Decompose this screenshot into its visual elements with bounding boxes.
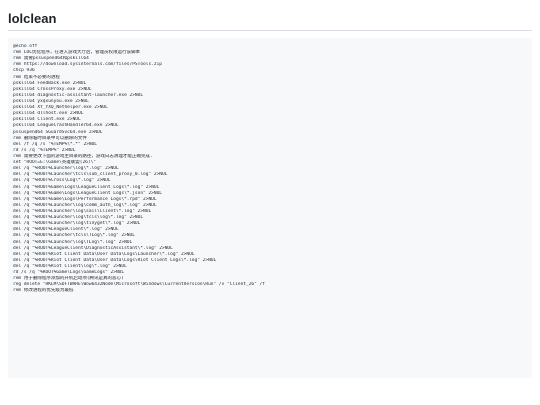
code-line: rem 修改进程的优先级为最低 xyxy=(13,288,74,294)
page-title: lolclean xyxy=(8,11,57,26)
document-page: lolclean @echo off rem LOL优化程序，在进入游戏大厅后，管… xyxy=(0,0,540,405)
title-divider xyxy=(8,30,532,31)
code-block: @echo off rem LOL优化程序，在进入游戏大厅后，管理员权限运行该脚本… xyxy=(8,38,532,378)
